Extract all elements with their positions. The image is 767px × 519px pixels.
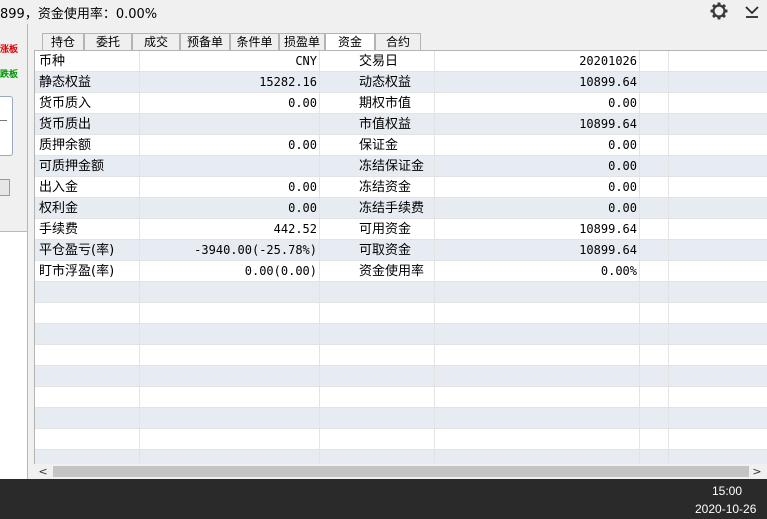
field-value: 0.00 xyxy=(608,201,637,215)
tab-5[interactable]: 损盈单 xyxy=(279,33,325,51)
field-value: 0.00(0.00) xyxy=(244,264,317,278)
field-label: 市值权益 xyxy=(359,117,412,132)
tab-bar: 持仓 委托 成交 预备单 条件单 损盈单 资金 合约 xyxy=(34,33,767,52)
horizontal-scrollbar[interactable]: < > xyxy=(34,464,767,479)
field-label: 权利金 xyxy=(39,201,79,216)
field-value: 0.00 xyxy=(608,138,637,152)
chevron-down-icon[interactable] xyxy=(743,2,761,20)
field-label: 保证金 xyxy=(359,138,399,153)
field-value: -3940.00(-25.78%) xyxy=(194,243,317,257)
limit-down-label[interactable]: 跌板 xyxy=(0,67,18,80)
tab-2[interactable]: 成交 xyxy=(132,33,180,51)
row-stripe xyxy=(35,282,767,303)
tab-3[interactable]: 预备单 xyxy=(180,33,230,51)
field-value: 10899.64 xyxy=(579,117,637,131)
field-label: 平仓盈亏(率) xyxy=(39,243,115,258)
field-label: 冻结手续费 xyxy=(359,201,425,216)
left-panel-list xyxy=(0,232,27,479)
tab-0[interactable]: 持仓 xyxy=(42,33,84,51)
field-label: 动态权益 xyxy=(359,75,412,90)
field-label: 可取资金 xyxy=(359,243,412,258)
field-label: 资金使用率 xyxy=(359,264,425,279)
field-value: 20201026 xyxy=(579,54,637,68)
field-value: CNY xyxy=(295,54,317,68)
field-label: 币种 xyxy=(39,54,66,69)
row-stripe xyxy=(35,408,767,429)
field-value: 0.00 xyxy=(288,96,317,110)
field-value: 0.00 xyxy=(288,180,317,194)
field-label: 可质押金额 xyxy=(39,159,105,174)
field-label: 静态权益 xyxy=(39,75,92,90)
row-stripe xyxy=(35,450,767,464)
field-label: 货币质出 xyxy=(39,117,92,132)
taskbar: 15:00 2020-10-26 xyxy=(0,479,767,519)
field-label: 冻结资金 xyxy=(359,180,412,195)
field-value: 0.00 xyxy=(288,201,317,215)
field-label: 期权市值 xyxy=(359,96,412,111)
field-label: 可用资金 xyxy=(359,222,412,237)
fund-usage-status: 899，资金使用率：0.00% xyxy=(0,7,158,22)
clock-time[interactable]: 15:00 xyxy=(712,484,742,498)
field-label: 冻结保证金 xyxy=(359,159,425,174)
scroll-left-icon[interactable]: < xyxy=(37,464,49,479)
field-value: 0.00% xyxy=(600,264,637,278)
fund-info-grid: 币种 CNY 交易日 20201026 静态权益 15282.16 动态权益 10899.64… xyxy=(34,51,767,464)
row-stripe xyxy=(35,366,767,387)
field-label: 货币质入 xyxy=(39,96,92,111)
clock-date[interactable]: 2020-10-26 xyxy=(695,502,756,516)
left-side-panel: 涨板 跌板 xyxy=(0,24,28,479)
field-value: 10899.64 xyxy=(579,222,637,236)
field-value: 15282.16 xyxy=(259,75,317,89)
top-bar: 899，资金使用率：0.00% xyxy=(0,0,767,24)
field-label: 盯市浮盈(率) xyxy=(39,264,115,279)
field-value: 10899.64 xyxy=(579,243,637,257)
scrollbar-thumb[interactable] xyxy=(53,466,749,477)
tab-1[interactable]: 委托 xyxy=(84,33,132,51)
order-checkbox[interactable] xyxy=(0,179,10,196)
field-value: 0.00 xyxy=(608,159,637,173)
row-stripe xyxy=(35,324,767,345)
limit-up-label[interactable]: 涨板 xyxy=(0,42,18,55)
field-value: 0.00 xyxy=(288,138,317,152)
field-label: 出入金 xyxy=(39,180,79,195)
field-value xyxy=(143,114,317,135)
field-label: 手续费 xyxy=(39,222,79,237)
scroll-right-icon[interactable]: > xyxy=(751,464,763,479)
field-value xyxy=(143,156,317,177)
field-value: 0.00 xyxy=(608,180,637,194)
tab-4[interactable]: 条件单 xyxy=(230,33,279,51)
price-input-divider xyxy=(0,120,7,121)
field-value: 0.00 xyxy=(608,96,637,110)
tab-7[interactable]: 合约 xyxy=(375,33,421,51)
field-value: 10899.64 xyxy=(579,75,637,89)
field-value: 442.52 xyxy=(273,222,317,236)
field-label: 质押余额 xyxy=(39,138,92,153)
price-input-box[interactable] xyxy=(0,96,13,156)
field-label: 交易日 xyxy=(359,54,399,69)
gear-icon[interactable] xyxy=(709,1,729,21)
